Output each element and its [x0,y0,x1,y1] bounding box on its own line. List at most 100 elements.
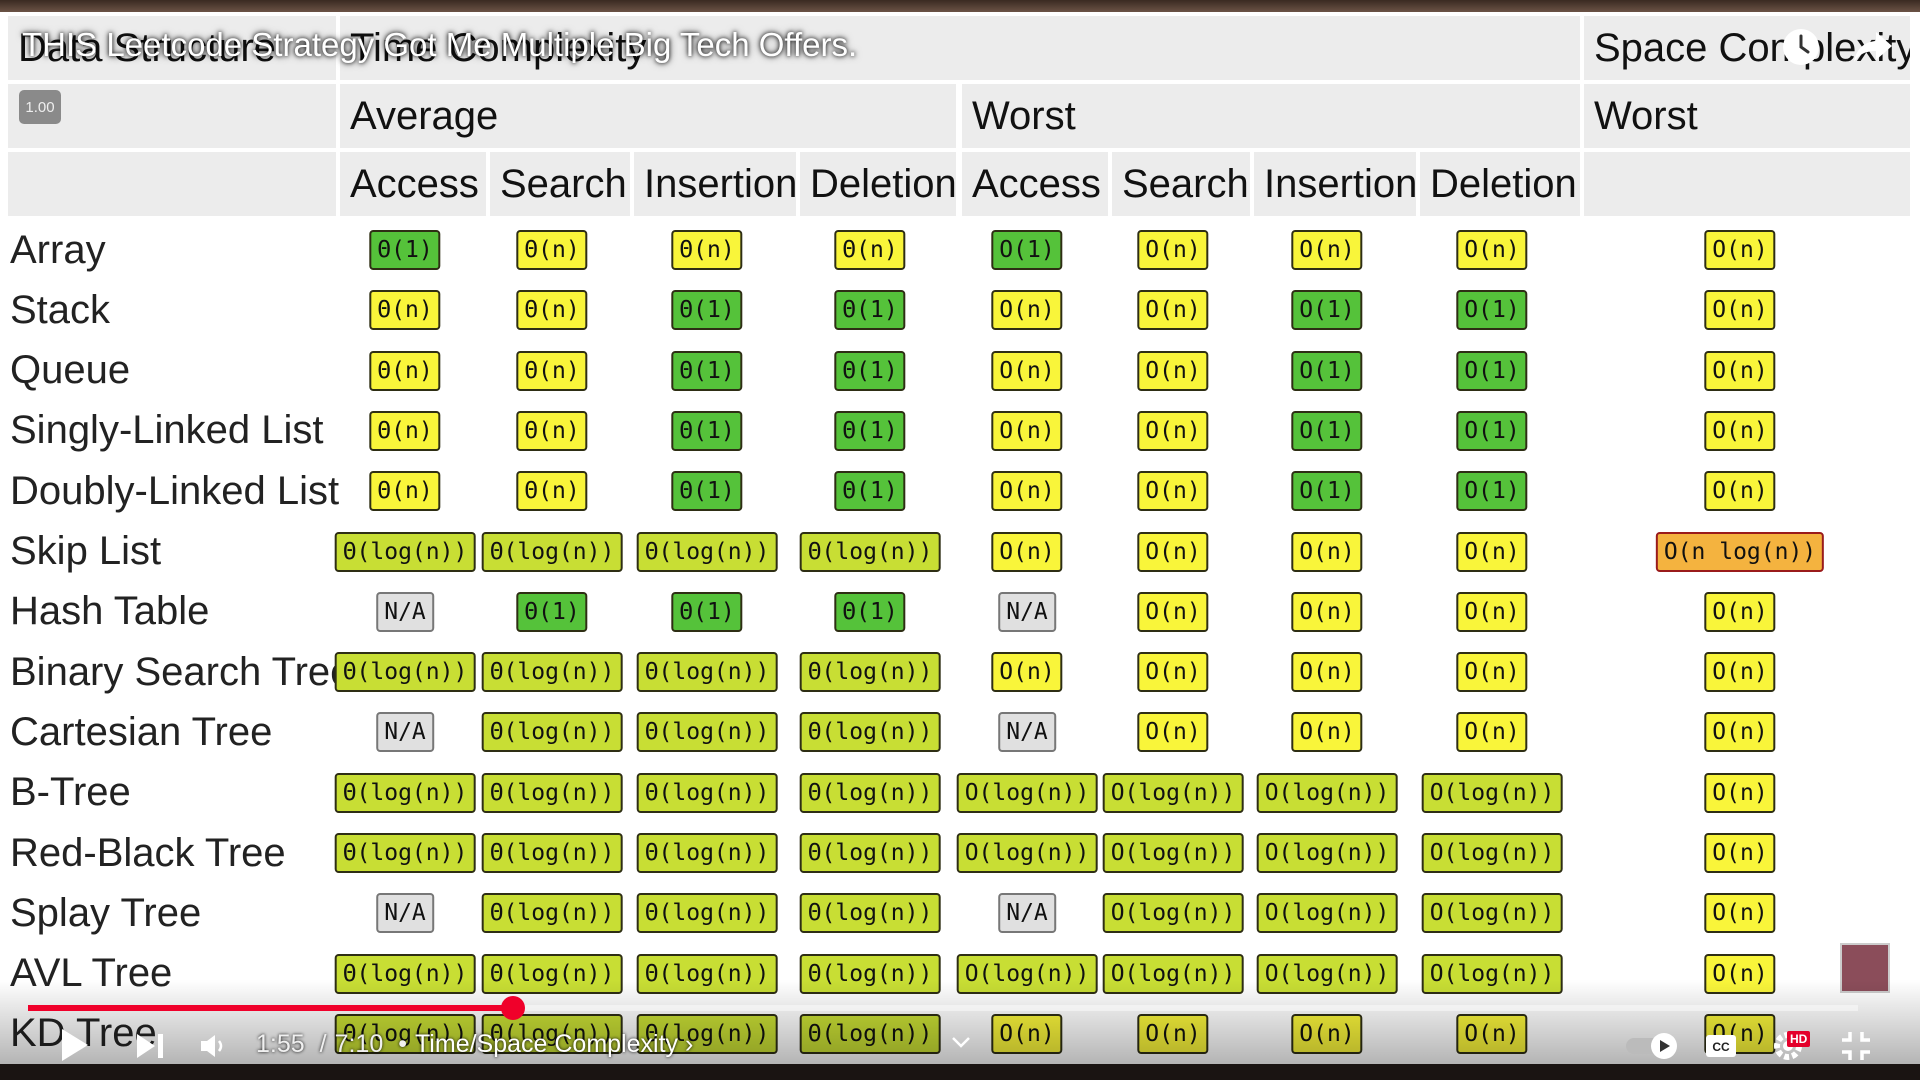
progress-scrubber-handle[interactable] [500,996,525,1020]
complexity-badge-avg-access: Θ(n) [369,410,441,451]
complexity-badge-worst-search: O(n) [1137,410,1209,451]
complexity-badge-worst-access: N/A [998,712,1056,753]
header-worst-access: Access [962,152,1108,216]
complexity-badge-avg-search: Θ(n) [516,410,588,451]
complexity-badge-avg-search: Θ(1) [516,591,588,632]
header-worst-deletion: Deletion [1420,152,1580,216]
header-avg-search: Search [490,152,630,216]
header-avg-insertion: Insertion [634,152,796,216]
table-row: Cartesian Tree N/A Θ(log(n)) Θ(log(n)) Θ(log… [8,702,1912,762]
complexity-badge-avg-insertion: Θ(log(n)) [636,893,778,934]
header-average: Average [340,84,956,148]
complexity-badge-worst-access: O(n) [991,652,1063,693]
complexity-badge-worst-insertion: O(n) [1291,531,1363,572]
complexity-badge-space-worst: O(n) [1704,833,1776,873]
video-bottom-edge [0,1064,1920,1080]
header-worst: Worst [962,84,1580,148]
complexity-badge-worst-insertion: O(log(n)) [1256,893,1398,934]
complexity-badge-worst-insertion: O(1) [1291,290,1363,331]
current-time: 1:55 [256,1030,305,1058]
header-avg-access: Access [340,152,486,216]
row-label: Splay Tree [10,890,202,935]
complexity-badge-worst-insertion: O(n) [1291,652,1363,693]
complexity-badge-worst-deletion: O(n) [1456,230,1528,270]
table-row: Queue Θ(n) Θ(n) Θ(1) Θ(1) O(n) O(n) O(1) O(1) O(n… [8,341,1912,401]
complexity-badge-avg-deletion: Θ(n) [834,230,906,270]
complexity-badge-avg-deletion: Θ(1) [834,471,906,512]
play-icon[interactable] [56,1025,92,1065]
svg-text:CC: CC [1712,1040,1730,1054]
share-icon[interactable] [1850,24,1896,70]
complexity-badge-worst-access: O(log(n)) [956,772,1098,813]
row-label: B-Tree [10,770,131,815]
complexity-badge-worst-insertion: O(n) [1291,712,1363,753]
complexity-badge-avg-deletion: Θ(log(n)) [799,712,941,753]
complexity-badge-avg-access: Θ(log(n)) [334,772,476,813]
complexity-badge-worst-deletion: O(log(n)) [1421,833,1563,873]
table-row: Doubly-Linked List Θ(n) Θ(n) Θ(1) Θ(1) O(n) O(… [8,461,1912,521]
complexity-badge-avg-access: Θ(1) [369,230,441,270]
complexity-badge-worst-deletion: O(n) [1456,652,1528,693]
complexity-badge-worst-insertion: O(n) [1291,591,1363,632]
complexity-badge-avg-access: Θ(n) [369,350,441,391]
volume-icon[interactable] [198,1032,228,1060]
table-row: B-Tree Θ(log(n)) Θ(log(n)) Θ(log(n)) Θ(log(n… [8,763,1912,823]
table-row: Hash Table N/A Θ(1) Θ(1) Θ(1) N/A O(n) O(n) O(n)… [8,582,1912,642]
autoplay-toggle-icon[interactable] [1624,1030,1684,1062]
complexity-badge-worst-access: N/A [998,591,1056,632]
complexity-badge-worst-search: O(n) [1137,712,1209,753]
time-separator: / [319,1030,327,1058]
complexity-badge-avg-search: Θ(n) [516,350,588,391]
complexity-badge-worst-access: O(n) [991,350,1063,391]
complexity-badge-avg-search: Θ(log(n)) [481,712,623,753]
row-label: Binary Search Tree [10,649,353,694]
complexity-badge-avg-deletion: Θ(log(n)) [799,652,941,693]
complexity-badge-avg-insertion: Θ(1) [671,591,743,632]
table-row: Red-Black Tree Θ(log(n)) Θ(log(n)) Θ(log(n)… [8,823,1912,883]
watch-later-icon[interactable] [1778,24,1824,70]
chevron-down-icon[interactable] [950,1034,972,1050]
table-row: Binary Search Tree Θ(log(n)) Θ(log(n)) Θ(lo… [8,642,1912,702]
chapter-title[interactable]: Time/Space Complexity › [415,1030,693,1058]
complexity-badge-worst-search: O(log(n)) [1102,893,1244,934]
complexity-badge-worst-deletion: O(1) [1456,471,1528,512]
complexity-badge-avg-insertion: Θ(n) [671,230,743,270]
exit-fullscreen-icon[interactable] [1840,1030,1872,1062]
complexity-badge-worst-access: N/A [998,893,1056,934]
complexity-badge-avg-access: Θ(log(n)) [334,531,476,572]
complexity-badge-avg-search: Θ(n) [516,230,588,270]
complexity-badge-space-worst: O(n) [1704,893,1776,934]
complexity-badge-space-worst: O(n log(n)) [1655,531,1825,572]
complexity-badge-avg-deletion: Θ(log(n)) [799,833,941,873]
complexity-badge-worst-access: O(1) [991,230,1063,270]
row-label: Queue [10,348,131,393]
complexity-badge-avg-access: Θ(log(n)) [334,652,476,693]
complexity-badge-avg-search: Θ(log(n)) [481,772,623,813]
video-title[interactable]: THIS Leetcode Strategy Got Me Multiple B… [22,26,857,64]
video-top-edge [0,0,1920,12]
complexity-badge-avg-insertion: Θ(log(n)) [636,531,778,572]
video-frame[interactable]: Data Structure Time Complexity Space Com… [0,0,1920,1080]
complexity-badge-worst-deletion: O(1) [1456,350,1528,391]
complexity-badge-avg-insertion: Θ(1) [671,290,743,331]
complexity-badge-avg-insertion: Θ(log(n)) [636,772,778,813]
complexity-badge-avg-search: Θ(log(n)) [481,893,623,934]
progress-bar-played [28,1005,513,1011]
next-icon[interactable] [134,1031,166,1061]
complexity-badge-space-worst: O(n) [1704,290,1776,331]
chapter-arrow-icon: › [684,1030,694,1058]
table-row: Array Θ(1) Θ(n) Θ(n) Θ(n) O(1) O(n) O(n) O(n) O(n… [8,220,1912,280]
complexity-badge-worst-deletion: O(1) [1456,290,1528,331]
complexity-badge-worst-deletion: O(1) [1456,410,1528,451]
complexity-badge-avg-insertion: Θ(1) [671,410,743,451]
complexity-badge-space-worst: O(n) [1704,350,1776,391]
row-label: Red-Black Tree [10,830,286,875]
chapter-separator: • [398,1030,407,1058]
table-row: Stack Θ(n) Θ(n) Θ(1) Θ(1) O(n) O(n) O(1) O(1) O(n… [8,280,1912,340]
header-avg-deletion: Deletion [800,152,956,216]
complexity-badge-worst-insertion: O(1) [1291,471,1363,512]
complexity-badge-worst-deletion: O(n) [1456,712,1528,753]
complexity-badge-worst-search: O(n) [1137,290,1209,331]
complexity-badge-avg-search: Θ(n) [516,290,588,331]
captions-icon[interactable]: CC [1704,1032,1738,1060]
